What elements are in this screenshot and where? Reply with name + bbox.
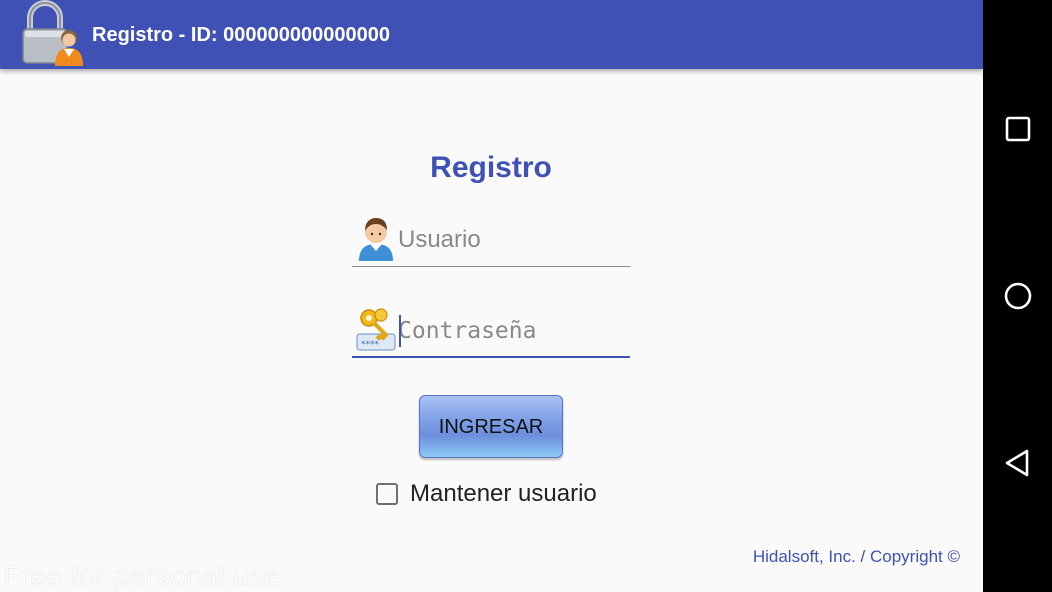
user-avatar-icon — [359, 218, 393, 261]
login-button[interactable]: INGRESAR — [419, 395, 563, 458]
password-field[interactable]: **** — [352, 304, 630, 358]
username-underline — [352, 266, 630, 267]
keep-user-row[interactable]: Mantener usuario — [376, 478, 597, 510]
app-screen: Registro - ID: 000000000000000 Registro … — [0, 0, 983, 592]
keys-password-icon: **** — [356, 308, 396, 351]
recents-icon[interactable] — [995, 106, 1041, 152]
page-title: Registro — [430, 151, 552, 184]
copyright-text: Hidalsoft, Inc. / Copyright © — [752, 547, 960, 566]
lock-user-icon — [22, 0, 83, 66]
username-input[interactable] — [398, 219, 626, 261]
password-input[interactable] — [398, 310, 626, 352]
text-caret — [399, 315, 401, 347]
svg-text:****: **** — [361, 340, 380, 350]
password-underline — [352, 356, 630, 358]
keep-user-label[interactable]: Mantener usuario — [410, 480, 597, 508]
username-field[interactable] — [352, 213, 630, 267]
home-icon[interactable] — [995, 273, 1041, 319]
app-bar-title: Registro - ID: 000000000000000 — [92, 24, 390, 46]
app-bar: Registro - ID: 000000000000000 — [0, 0, 983, 69]
android-nav-bar — [983, 0, 1052, 592]
watermark-text: Free for personal use — [3, 560, 280, 591]
keep-user-checkbox[interactable] — [376, 483, 398, 505]
back-icon[interactable] — [995, 440, 1041, 486]
